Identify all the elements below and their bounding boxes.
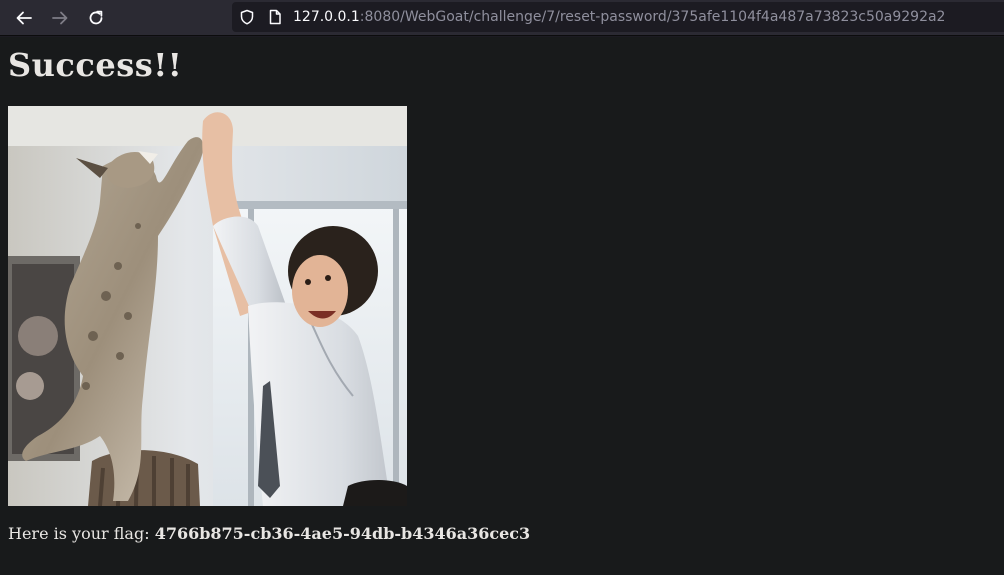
reload-button[interactable] <box>84 6 108 30</box>
flag-label: Here is your flag: <box>8 524 155 543</box>
success-photo <box>8 106 407 506</box>
flag-line: Here is your flag: 4766b875-cb36-4ae5-94… <box>8 523 530 545</box>
browser-toolbar: 127.0.0.1:8080/WebGoat/challenge/7/reset… <box>0 0 1004 36</box>
url-text[interactable]: 127.0.0.1:8080/WebGoat/challenge/7/reset… <box>293 8 945 26</box>
page-icon[interactable] <box>267 9 283 25</box>
forward-button[interactable] <box>48 6 72 30</box>
back-arrow-icon <box>16 11 32 25</box>
url-bar[interactable]: 127.0.0.1:8080/WebGoat/challenge/7/reset… <box>232 2 1004 32</box>
back-button[interactable] <box>12 6 36 30</box>
reload-icon <box>89 10 103 25</box>
url-host: 127.0.0.1 <box>293 9 360 25</box>
url-path: :8080/WebGoat/challenge/7/reset-password… <box>359 9 946 25</box>
page-title: Success!! <box>8 46 183 84</box>
flag-value: 4766b875-cb36-4ae5-94db-b4346a36cec3 <box>154 524 531 543</box>
page-content: Success!! Here is your flag: 4766b875-cb… <box>0 37 1004 575</box>
forward-arrow-icon <box>52 11 68 25</box>
shield-icon[interactable] <box>239 9 255 25</box>
